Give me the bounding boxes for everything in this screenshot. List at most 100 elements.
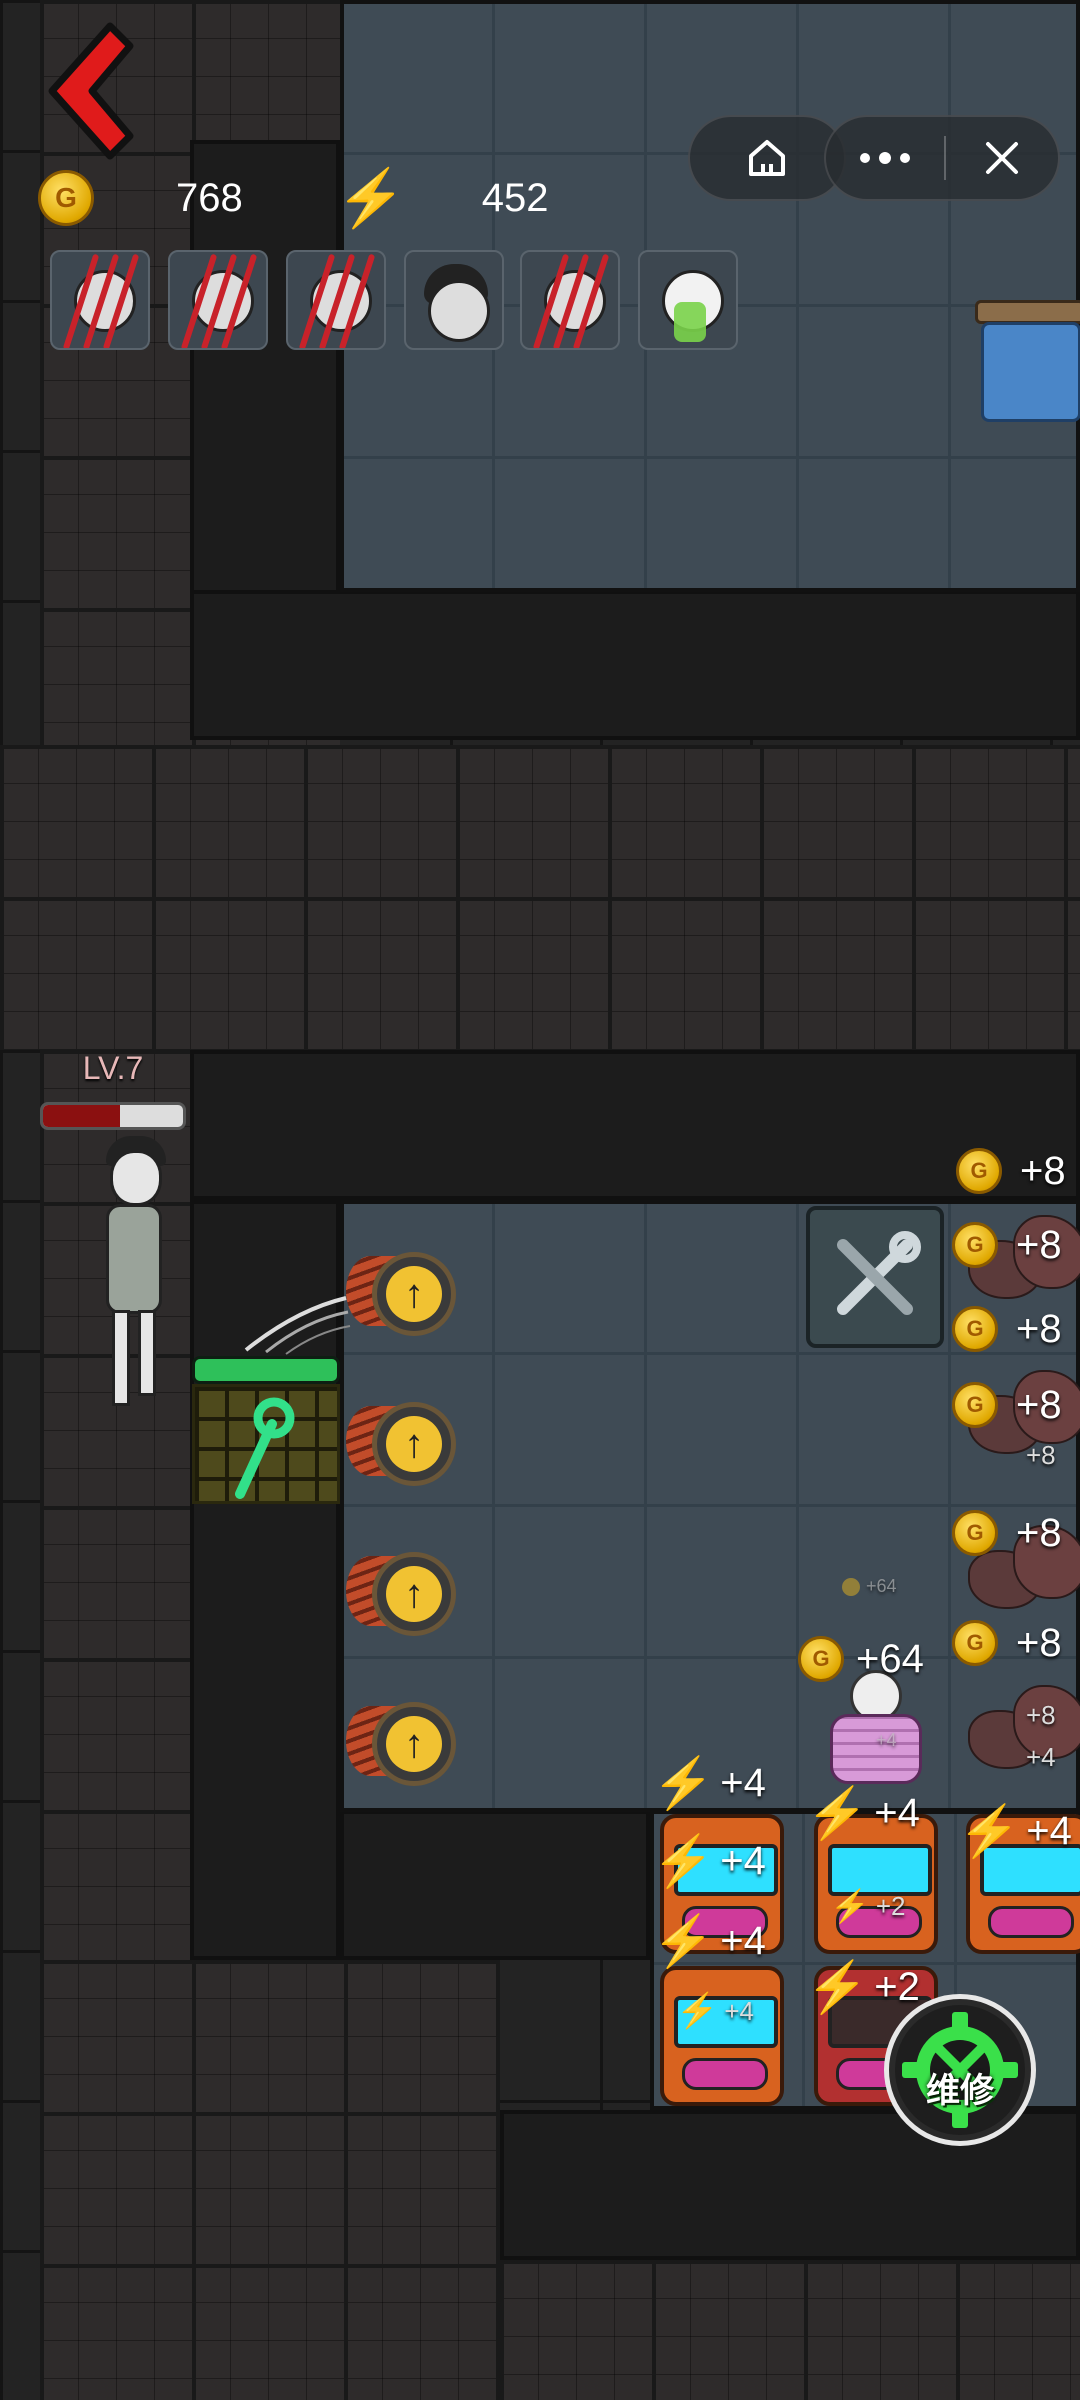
survivor-portrait-5[interactable] <box>520 250 620 350</box>
gold-gain-bed-faint: +64 <box>842 1576 897 1597</box>
energy-gain-a2-inner: ⚡ +2 <box>830 1890 906 1922</box>
energy-gain-b2: ⚡ +2 <box>806 1962 920 2012</box>
mini-program-capsule <box>824 115 1060 201</box>
energy-gain-value: +4 <box>874 1790 920 1835</box>
repair-button[interactable]: 维修 <box>884 1994 1036 2146</box>
gold-gain-value: +8 <box>1016 1510 1062 1555</box>
arcade-buttons <box>682 2058 768 2090</box>
enemy-zombie[interactable] <box>84 1136 184 1416</box>
enemy-health-fill <box>43 1105 120 1127</box>
bolt-icon: ⚡ <box>652 1755 715 1811</box>
upgrade-ring: ↑ <box>372 1402 456 1486</box>
gold-gain-row3-small: +8 <box>1026 1440 1056 1470</box>
door-grate[interactable] <box>192 1384 340 1504</box>
enemy-health-bar <box>40 1102 186 1130</box>
bolt-icon: ⚡ <box>806 1959 869 2015</box>
energy-counter: ⚡ 452 <box>336 170 548 226</box>
zombie-leg-left <box>112 1310 130 1406</box>
gold-gain-value: +8 <box>1016 1306 1062 1351</box>
energy-gain-value: +4 <box>724 1995 754 2026</box>
gold-gain-top: G +8 <box>956 1148 1066 1194</box>
energy-gain-value: +2 <box>874 1964 920 2009</box>
energy-gain-value: +2 <box>875 1890 906 1921</box>
gold-gain-row4: G +8 <box>952 1510 1062 1556</box>
survivor-portrait-6[interactable] <box>638 250 738 350</box>
gold-gain-row2: G +8 <box>952 1306 1062 1352</box>
gold-counter: G 768 <box>38 170 243 226</box>
floor-tiles-bottom <box>40 1960 500 2400</box>
game-map: ↑ ↑ ↑ ↑ G +8 G +8 G +8 G +8 +8 G +8 G +8… <box>0 0 1080 2400</box>
gold-gain-value: +8 <box>1016 1382 1062 1427</box>
gold-gain-row6-small: +8 <box>1026 1700 1056 1730</box>
gold-gain-value: +64 <box>856 1636 924 1681</box>
gold-gain-value: +8 <box>1016 1222 1062 1267</box>
upgrade-spot-3[interactable]: ↑ <box>346 1546 462 1642</box>
workbench-tools[interactable] <box>806 1206 944 1348</box>
gold-gain-row3: G +8 <box>952 1382 1062 1428</box>
bolt-icon: ⚡ <box>806 1785 869 1841</box>
energy-gain-a1: ⚡ +4 <box>652 1758 766 1808</box>
back-arrow-icon[interactable] <box>30 16 140 166</box>
close-icon <box>986 142 1018 174</box>
coin-icon: G <box>956 1148 1002 1194</box>
bolt-icon: ⚡ <box>652 1833 715 1889</box>
door-health-bar <box>192 1356 340 1384</box>
coin-icon: G <box>952 1382 998 1428</box>
coin-icon: G <box>952 1222 998 1268</box>
upgrade-spot-4[interactable]: ↑ <box>346 1696 462 1792</box>
up-arrow-icon: ↑ <box>386 1416 442 1472</box>
energy-gain-b1-inner: ⚡ +4 <box>676 1994 754 2028</box>
arcade-machine-b1[interactable] <box>660 1966 784 2106</box>
energy-gain-rock-small: +4 <box>1026 1742 1056 1772</box>
coin-icon: G <box>38 170 94 226</box>
energy-gain-value: +4 <box>720 1918 766 1963</box>
gold-gain-value: +8 <box>1016 1620 1062 1665</box>
door-health-fill <box>195 1359 337 1381</box>
upgrade-spot-1[interactable]: ↑ <box>346 1246 462 1342</box>
bolt-icon: ⚡ <box>676 1992 719 2030</box>
bolt-icon: ⚡ <box>652 1913 715 1969</box>
energy-value: 452 <box>481 175 549 220</box>
wall-upper-room-bottom <box>190 590 1080 740</box>
coin-icon: G <box>798 1636 844 1682</box>
coin-icon: G <box>952 1306 998 1352</box>
upgrade-ring: ↑ <box>372 1702 456 1786</box>
bolt-icon: ⚡ <box>336 166 406 229</box>
enemy-level-label: LV.7 <box>82 1050 144 1086</box>
energy-gain-a1-inner: ⚡ +4 <box>652 1836 766 1886</box>
bed-blanket <box>981 322 1080 422</box>
more-icon <box>860 152 910 164</box>
gold-gain-row5: G +8 <box>952 1620 1062 1666</box>
floor-tiles-bottom-right <box>500 2260 1080 2400</box>
upgrade-spot-2[interactable]: ↑ <box>346 1396 462 1492</box>
upgrade-ring: ↑ <box>372 1252 456 1336</box>
wrench-icon <box>235 1397 295 1499</box>
survivor-portrait-1[interactable] <box>50 250 150 350</box>
bed[interactable] <box>975 300 1080 430</box>
repair-button-inner: 维修 <box>895 2005 1025 2135</box>
home-icon <box>749 140 785 176</box>
close-button[interactable] <box>946 117 1058 199</box>
bed-headboard <box>975 300 1080 324</box>
floor-tiles-band <box>0 745 1080 1050</box>
wall-lower-room-bottom <box>340 1810 650 1960</box>
bolt-icon: ⚡ <box>958 1803 1021 1859</box>
repair-button-label: 维修 <box>926 2071 994 2110</box>
home-button[interactable] <box>688 115 846 201</box>
more-button[interactable] <box>826 117 944 199</box>
coin-icon: G <box>952 1620 998 1666</box>
survivor-portrait-2[interactable] <box>168 250 268 350</box>
bolt-icon: ⚡ <box>830 1888 870 1924</box>
survivor-portrait-4[interactable] <box>404 250 504 350</box>
coin-icon: G <box>952 1510 998 1556</box>
coin-icon <box>842 1577 860 1596</box>
portrait-face <box>428 280 490 342</box>
up-arrow-icon: ↑ <box>386 1566 442 1622</box>
upgrade-ring: ↑ <box>372 1552 456 1636</box>
attack-slash-effect <box>244 1296 351 1355</box>
energy-gain-a2: ⚡ +4 <box>806 1788 920 1838</box>
survivor-portrait-3[interactable] <box>286 250 386 350</box>
ghost-aura <box>674 302 706 342</box>
wall-mid <box>190 1050 1080 1200</box>
ore-rock-4[interactable] <box>968 1680 1080 1770</box>
